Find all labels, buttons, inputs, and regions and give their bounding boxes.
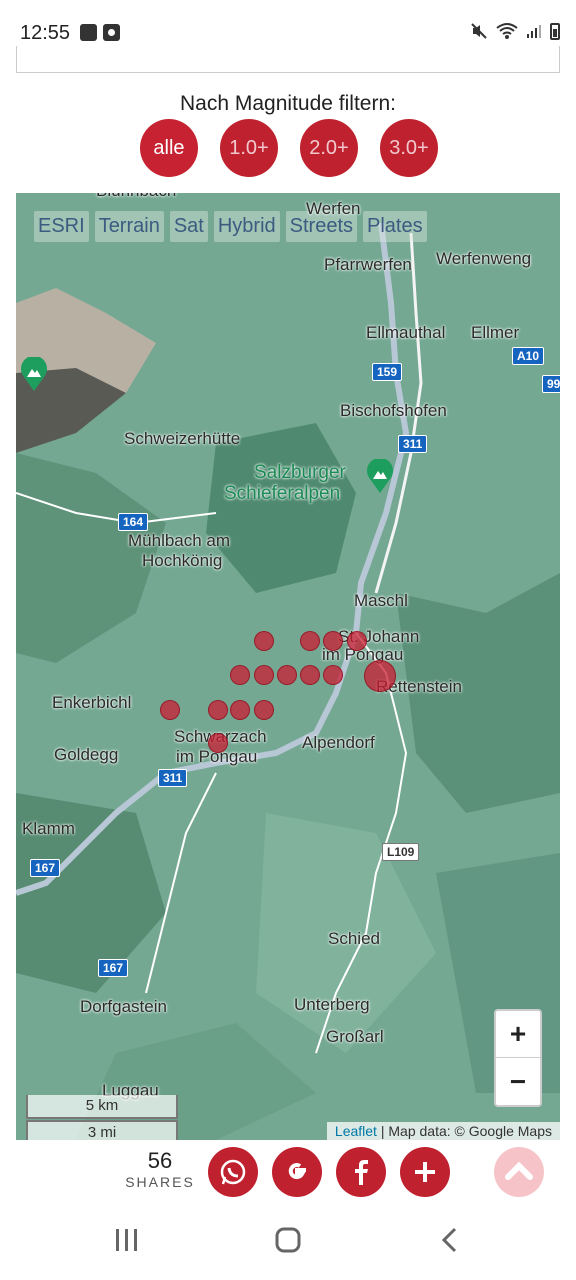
filter-2-button[interactable]: 2.0+ xyxy=(300,119,358,177)
wifi-icon xyxy=(496,23,518,39)
attribution-text: | Map data: © Google Maps xyxy=(376,1123,552,1139)
earthquake-marker[interactable] xyxy=(208,733,228,753)
place-label: Unterberg xyxy=(294,995,370,1014)
mountain-poi-icon xyxy=(367,459,393,493)
scroll-top-button[interactable] xyxy=(494,1147,544,1197)
road-badge: 311 xyxy=(158,769,188,787)
status-system-icons xyxy=(470,22,560,40)
road-badge: 167 xyxy=(30,859,61,877)
share-count-label: SHARES xyxy=(125,1174,195,1190)
magnitude-filter-buttons: alle 1.0+ 2.0+ 3.0+ xyxy=(140,119,438,177)
layer-sat-button[interactable]: Sat xyxy=(169,211,208,242)
place-label: Schied xyxy=(328,929,380,948)
camera-icon xyxy=(103,24,120,41)
zoom-out-button[interactable]: − xyxy=(496,1058,540,1105)
earthquake-marker[interactable] xyxy=(254,700,274,720)
share-count-number: 56 xyxy=(147,1148,173,1173)
earthquake-marker[interactable] xyxy=(254,665,274,685)
place-label: Werfenweng xyxy=(436,249,532,268)
calendar-icon xyxy=(80,24,97,41)
layer-plates-button[interactable]: Plates xyxy=(363,211,427,242)
earthquake-marker[interactable] xyxy=(300,665,320,685)
layer-esri-button[interactable]: ESRI xyxy=(34,211,89,242)
earthquake-marker[interactable] xyxy=(364,660,396,692)
share-count: 56 SHARES xyxy=(120,1148,200,1190)
status-notification-icons xyxy=(80,24,120,41)
earthquake-marker[interactable] xyxy=(300,631,320,651)
road-badge: 167 xyxy=(98,959,129,977)
filter-all-button[interactable]: alle xyxy=(140,119,198,177)
earthquake-marker[interactable] xyxy=(160,700,180,720)
scale-mi: 3 mi xyxy=(26,1120,178,1140)
road-badge: A10 xyxy=(512,347,545,365)
filter-3-button[interactable]: 3.0+ xyxy=(380,119,438,177)
road-badge: 164 xyxy=(118,513,149,531)
google-icon xyxy=(288,1163,306,1180)
scale-km: 5 km xyxy=(26,1095,178,1119)
facebook-share-button[interactable] xyxy=(336,1147,386,1197)
signal-icon xyxy=(527,25,541,38)
road-badge: 99 xyxy=(542,375,560,393)
facebook-icon xyxy=(355,1160,368,1185)
zoom-control: + − xyxy=(494,1009,542,1107)
earthquake-marker[interactable] xyxy=(323,665,343,685)
place-label: Pfarrwerfen xyxy=(324,255,412,274)
status-time: 12:55 xyxy=(20,22,71,44)
place-label: Werfen xyxy=(306,199,361,218)
place-label: Blühnbach xyxy=(96,193,176,201)
place-label: Dorfgastein xyxy=(80,997,167,1016)
road-badge: 311 xyxy=(398,435,428,453)
road-badge: 159 xyxy=(372,363,403,381)
map-attribution: Leaflet | Map data: © Google Maps xyxy=(326,1122,560,1140)
back-icon[interactable] xyxy=(438,1226,462,1254)
leaflet-link[interactable]: Leaflet xyxy=(335,1123,377,1139)
whatsapp-share-button[interactable] xyxy=(208,1147,258,1197)
share-bar: 56 SHARES xyxy=(0,1140,576,1206)
recent-apps-icon[interactable] xyxy=(114,1226,140,1254)
place-label: Enkerbichl xyxy=(52,693,132,712)
mountain-poi-icon xyxy=(21,357,47,391)
earthquake-map[interactable]: ESRI Terrain Sat Hybrid Streets Plates B… xyxy=(16,193,560,1140)
place-label: Bischofshofen xyxy=(340,401,447,420)
place-label: Klamm xyxy=(22,819,75,838)
place-label: Alpendorf xyxy=(302,733,375,752)
earthquake-marker[interactable] xyxy=(230,665,250,685)
place-label: Ellmauthal xyxy=(366,323,446,342)
place-label: Salzburger xyxy=(254,462,346,483)
layer-hybrid-button[interactable]: Hybrid xyxy=(213,211,280,242)
mute-icon xyxy=(471,23,487,39)
earthquake-marker[interactable] xyxy=(347,631,367,651)
earthquake-marker[interactable] xyxy=(230,700,250,720)
earthquake-marker[interactable] xyxy=(254,631,274,651)
earthquake-marker[interactable] xyxy=(277,665,297,685)
content-box-bottom-edge xyxy=(16,46,560,73)
road-badge: L109 xyxy=(382,843,420,861)
battery-icon xyxy=(550,22,560,40)
place-label: Ellmer xyxy=(471,323,520,342)
place-label: Großarl xyxy=(326,1027,384,1046)
plus-icon xyxy=(415,1162,435,1182)
home-icon[interactable] xyxy=(274,1226,302,1254)
google-share-button[interactable] xyxy=(272,1147,322,1197)
place-label: Mühlbach am xyxy=(128,531,231,550)
place-label: Hochkönig xyxy=(142,551,223,570)
whatsapp-icon xyxy=(220,1159,246,1185)
place-label: Schieferalpen xyxy=(224,483,341,504)
zoom-in-button[interactable]: + xyxy=(496,1011,540,1058)
magnitude-filter-label: Nach Magnitude filtern: xyxy=(180,92,396,115)
layer-terrain-button[interactable]: Terrain xyxy=(94,211,164,242)
place-label: Maschl xyxy=(354,591,408,610)
filter-1-button[interactable]: 1.0+ xyxy=(220,119,278,177)
android-nav-bar xyxy=(0,1206,576,1280)
chevron-up-icon xyxy=(505,1161,533,1180)
place-label: Goldegg xyxy=(54,745,119,764)
earthquake-marker[interactable] xyxy=(323,631,343,651)
map-layer-switcher: ESRI Terrain Sat Hybrid Streets Plates xyxy=(34,211,427,242)
earthquake-marker[interactable] xyxy=(208,700,228,720)
more-share-button[interactable] xyxy=(400,1147,450,1197)
place-label: Schweizerhütte xyxy=(124,429,241,448)
